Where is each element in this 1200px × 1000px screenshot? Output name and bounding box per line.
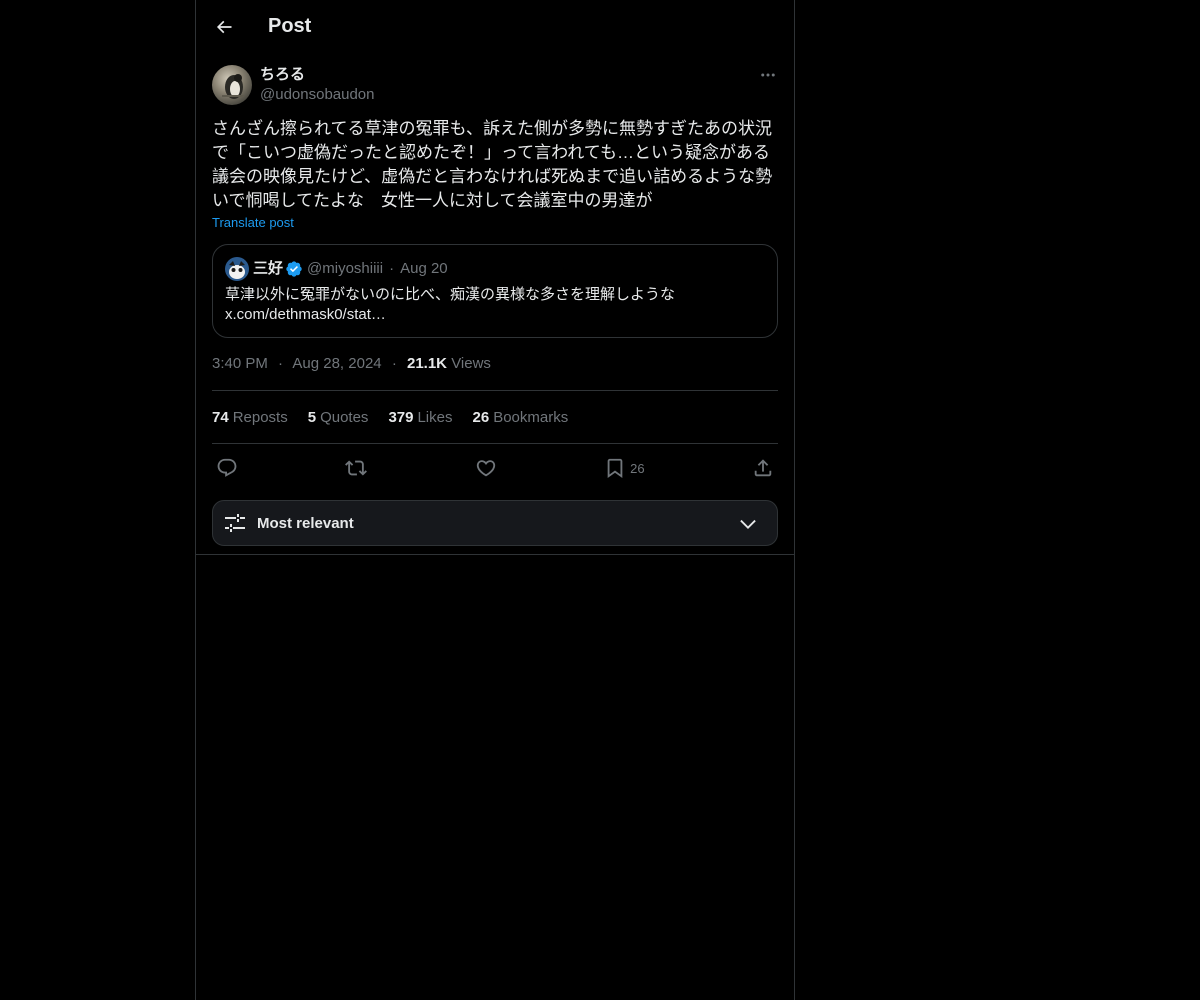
stat-quotes[interactable]: 5 Quotes xyxy=(308,409,369,426)
main-column: Post ちろる @udonsobaudon さんざん擦られてる草津の冤罪も、訴… xyxy=(195,0,795,1000)
post-date[interactable]: Aug 28, 2024 xyxy=(292,355,381,372)
stat-count: 379 xyxy=(388,408,414,426)
more-horizontal-icon xyxy=(761,73,775,77)
verified-badge-icon xyxy=(285,260,303,278)
back-arrow-icon xyxy=(216,20,232,33)
stat-count: 5 xyxy=(307,408,317,426)
page-title: Post xyxy=(268,15,312,37)
quoted-handle: @miyoshiiii xyxy=(307,260,384,277)
repost-button[interactable] xyxy=(345,457,368,479)
meta-separator: · xyxy=(278,355,284,372)
sliders-icon xyxy=(225,514,245,532)
heart-icon xyxy=(476,460,495,477)
reply-icon xyxy=(217,458,237,477)
avatar-image xyxy=(222,74,244,99)
stat-reposts[interactable]: 74 Reposts xyxy=(212,409,288,426)
avatar[interactable] xyxy=(212,65,252,105)
reply-sort-dropdown[interactable]: Most relevant xyxy=(212,500,778,546)
share-button[interactable] xyxy=(752,457,774,479)
quoted-avatar-image xyxy=(225,257,249,281)
stat-likes[interactable]: 379 Likes xyxy=(388,409,452,426)
quoted-avatar xyxy=(225,257,249,281)
engagement-stats: 74 Reposts 5 Quotes 379 Likes 26 Bookmarks xyxy=(212,391,778,444)
back-button[interactable] xyxy=(212,15,236,39)
bookmark-button[interactable]: 26 xyxy=(604,457,645,479)
like-button[interactable] xyxy=(475,457,497,479)
meta-separator: · xyxy=(391,355,397,372)
author-row: ちろる @udonsobaudon xyxy=(212,65,778,105)
quoted-text-line: 草津以外に冤罪がないのに比べ、痴漢の異様な多さを理解しような xyxy=(225,286,676,303)
quoted-post-text: 草津以外に冤罪がないのに比べ、痴漢の異様な多さを理解しような x.com/det… xyxy=(225,285,765,325)
stat-bookmarks[interactable]: 26 Bookmarks xyxy=(473,409,569,426)
views-count: 21.1K xyxy=(406,355,448,372)
post-metadata: 3:40 PM · Aug 28, 2024 · 21.1K Views xyxy=(212,354,778,391)
bookmark-count: 26 xyxy=(630,460,645,476)
stat-label: Bookmarks xyxy=(493,408,569,426)
action-bar: 26 xyxy=(212,444,778,492)
stat-label: Likes xyxy=(417,408,453,426)
repost-icon xyxy=(345,460,368,476)
translate-post-link[interactable]: Translate post xyxy=(212,215,294,230)
author-info: ちろる @udonsobaudon xyxy=(260,65,375,105)
quoted-separator: · xyxy=(389,260,395,277)
post: ちろる @udonsobaudon さんざん擦られてる草津の冤罪も、訴えた側が多… xyxy=(196,53,794,546)
more-options-button[interactable] xyxy=(758,65,778,85)
reply-button[interactable] xyxy=(216,457,238,479)
stat-label: Reposts xyxy=(232,408,288,426)
bookmark-icon xyxy=(607,458,623,479)
page-header: Post xyxy=(196,0,794,53)
author-handle[interactable]: @udonsobaudon xyxy=(260,85,375,105)
quoted-link: x.com/dethmask0/stat… xyxy=(225,306,386,323)
quoted-post-header: 三好 @miyoshiiii · Aug 20 xyxy=(225,257,765,281)
author-display-name[interactable]: ちろる xyxy=(260,65,375,85)
stat-count: 74 xyxy=(212,408,229,426)
divider xyxy=(196,554,794,555)
chevron-down-icon xyxy=(740,519,756,529)
post-text: さんざん擦られてる草津の冤罪も、訴えた側が多勢に無勢すぎたあの状況で「こいつ虚偽… xyxy=(212,119,773,210)
quoted-display-name: 三好 xyxy=(253,260,284,277)
views-label: Views xyxy=(451,355,491,372)
stat-label: Quotes xyxy=(320,408,369,426)
stat-count: 26 xyxy=(472,408,490,426)
post-time[interactable]: 3:40 PM xyxy=(212,355,268,372)
quoted-post[interactable]: 三好 @miyoshiiii · Aug 20 草津以外に冤罪がないのに比べ、痴… xyxy=(212,244,778,338)
sort-label: Most relevant xyxy=(257,514,354,532)
quoted-date: Aug 20 xyxy=(400,260,448,277)
share-icon xyxy=(754,459,772,477)
